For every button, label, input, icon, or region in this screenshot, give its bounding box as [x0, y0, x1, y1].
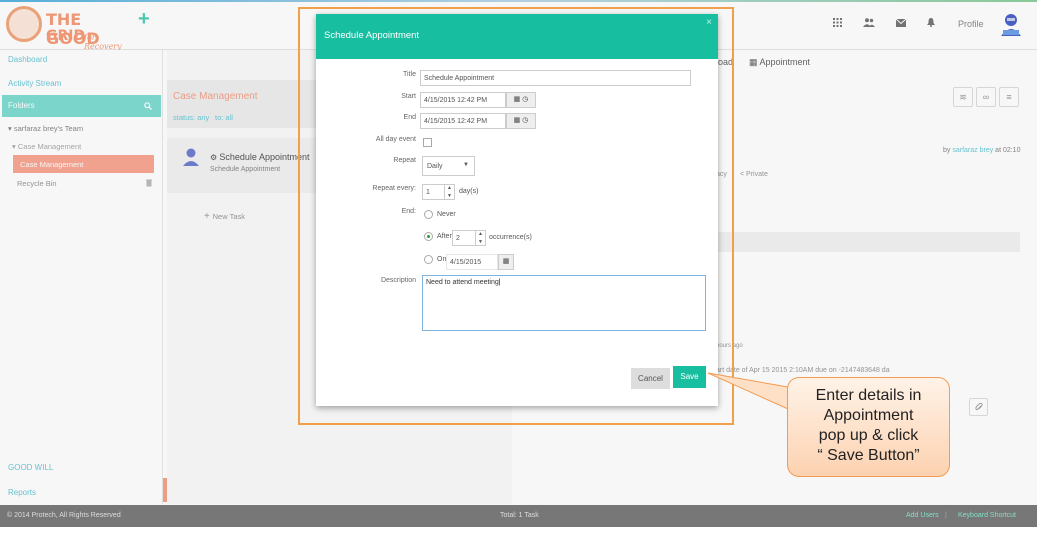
end-input[interactable]: 4/15/2015 12:42 PM: [420, 113, 506, 129]
occurrence-count-input[interactable]: 2 ▲ ▼: [452, 230, 486, 246]
title-input[interactable]: Schedule Appointment: [420, 70, 691, 86]
task-total: Total: 1 Task: [500, 512, 539, 519]
copyright: © 2014 Protech, All Rights Reserved: [7, 512, 121, 519]
cancel-button[interactable]: Cancel: [631, 368, 670, 389]
clock-icon: ◷: [522, 96, 529, 103]
callout-line-3: pop up & click: [818, 427, 919, 444]
all-day-label: All day event: [375, 136, 416, 143]
after-label: After: [437, 233, 452, 240]
instruction-callout: Enter details in Appointment pop up & cl…: [787, 377, 950, 477]
end-on-radio[interactable]: [424, 255, 433, 264]
start-input[interactable]: 4/15/2015 12:42 PM: [420, 92, 506, 108]
all-day-checkbox[interactable]: [423, 138, 432, 147]
end-picker-button[interactable]: ▦ ◷: [506, 113, 536, 129]
close-icon[interactable]: ×: [706, 17, 712, 28]
dialog-header: Schedule Appointment ×: [316, 14, 718, 59]
calendar-icon: ▦: [513, 117, 521, 124]
chevron-down-icon: ▼: [463, 162, 469, 168]
dialog-title: Schedule Appointment: [324, 30, 420, 41]
calendar-icon: ▦: [513, 96, 521, 103]
start-label: Start: [401, 93, 416, 100]
repeat-every-input[interactable]: 1 ▲ ▼: [422, 184, 455, 200]
end-options-label: End:: [401, 208, 416, 215]
add-users-link[interactable]: Add Users: [906, 512, 939, 519]
repeat-every-stepper[interactable]: ▲ ▼: [444, 184, 454, 200]
keyboard-shortcut-link[interactable]: Keyboard Shortcut: [958, 512, 1016, 519]
schedule-appointment-dialog: Schedule Appointment × Title Schedule Ap…: [316, 14, 718, 406]
footer: © 2014 Protech, All Rights Reserved Tota…: [0, 505, 1037, 527]
occurrence-stepper[interactable]: ▲ ▼: [475, 230, 485, 246]
start-picker-button[interactable]: ▦ ◷: [506, 92, 536, 108]
repeat-value: Daily: [427, 163, 443, 170]
save-button[interactable]: Save: [673, 366, 706, 388]
end-after-radio[interactable]: [424, 232, 433, 241]
repeat-label: Repeat: [393, 157, 416, 164]
title-label: Title: [403, 71, 416, 78]
callout-line-4: “ Save Button”: [817, 447, 920, 464]
never-label: Never: [437, 211, 456, 218]
callout-line-2: Appointment: [823, 407, 914, 424]
end-on-date-input[interactable]: 4/15/2015: [446, 254, 498, 270]
description-value: Need to attend meeting: [426, 279, 499, 286]
on-label: On: [437, 256, 447, 263]
bottom-strip: [0, 527, 1037, 534]
clock-icon: ◷: [522, 117, 529, 124]
end-never-radio[interactable]: [424, 210, 433, 219]
repeat-every-label: Repeat every:: [372, 185, 416, 192]
description-label: Description: [380, 277, 416, 284]
days-unit: day(s): [459, 188, 479, 195]
description-textarea[interactable]: Need to attend meeting|: [422, 275, 706, 331]
repeat-every-value: 1: [426, 189, 430, 196]
callout-line-1: Enter details in: [815, 387, 922, 404]
occurrence-count-value: 2: [456, 235, 460, 242]
footer-separator: |: [945, 512, 947, 519]
end-label: End: [403, 114, 416, 121]
occurrences-unit: occurrence(s): [489, 234, 532, 241]
repeat-select[interactable]: Daily ▼: [422, 156, 475, 176]
end-on-date-picker[interactable]: ▦: [498, 254, 514, 270]
calendar-icon: ▦: [502, 258, 510, 265]
